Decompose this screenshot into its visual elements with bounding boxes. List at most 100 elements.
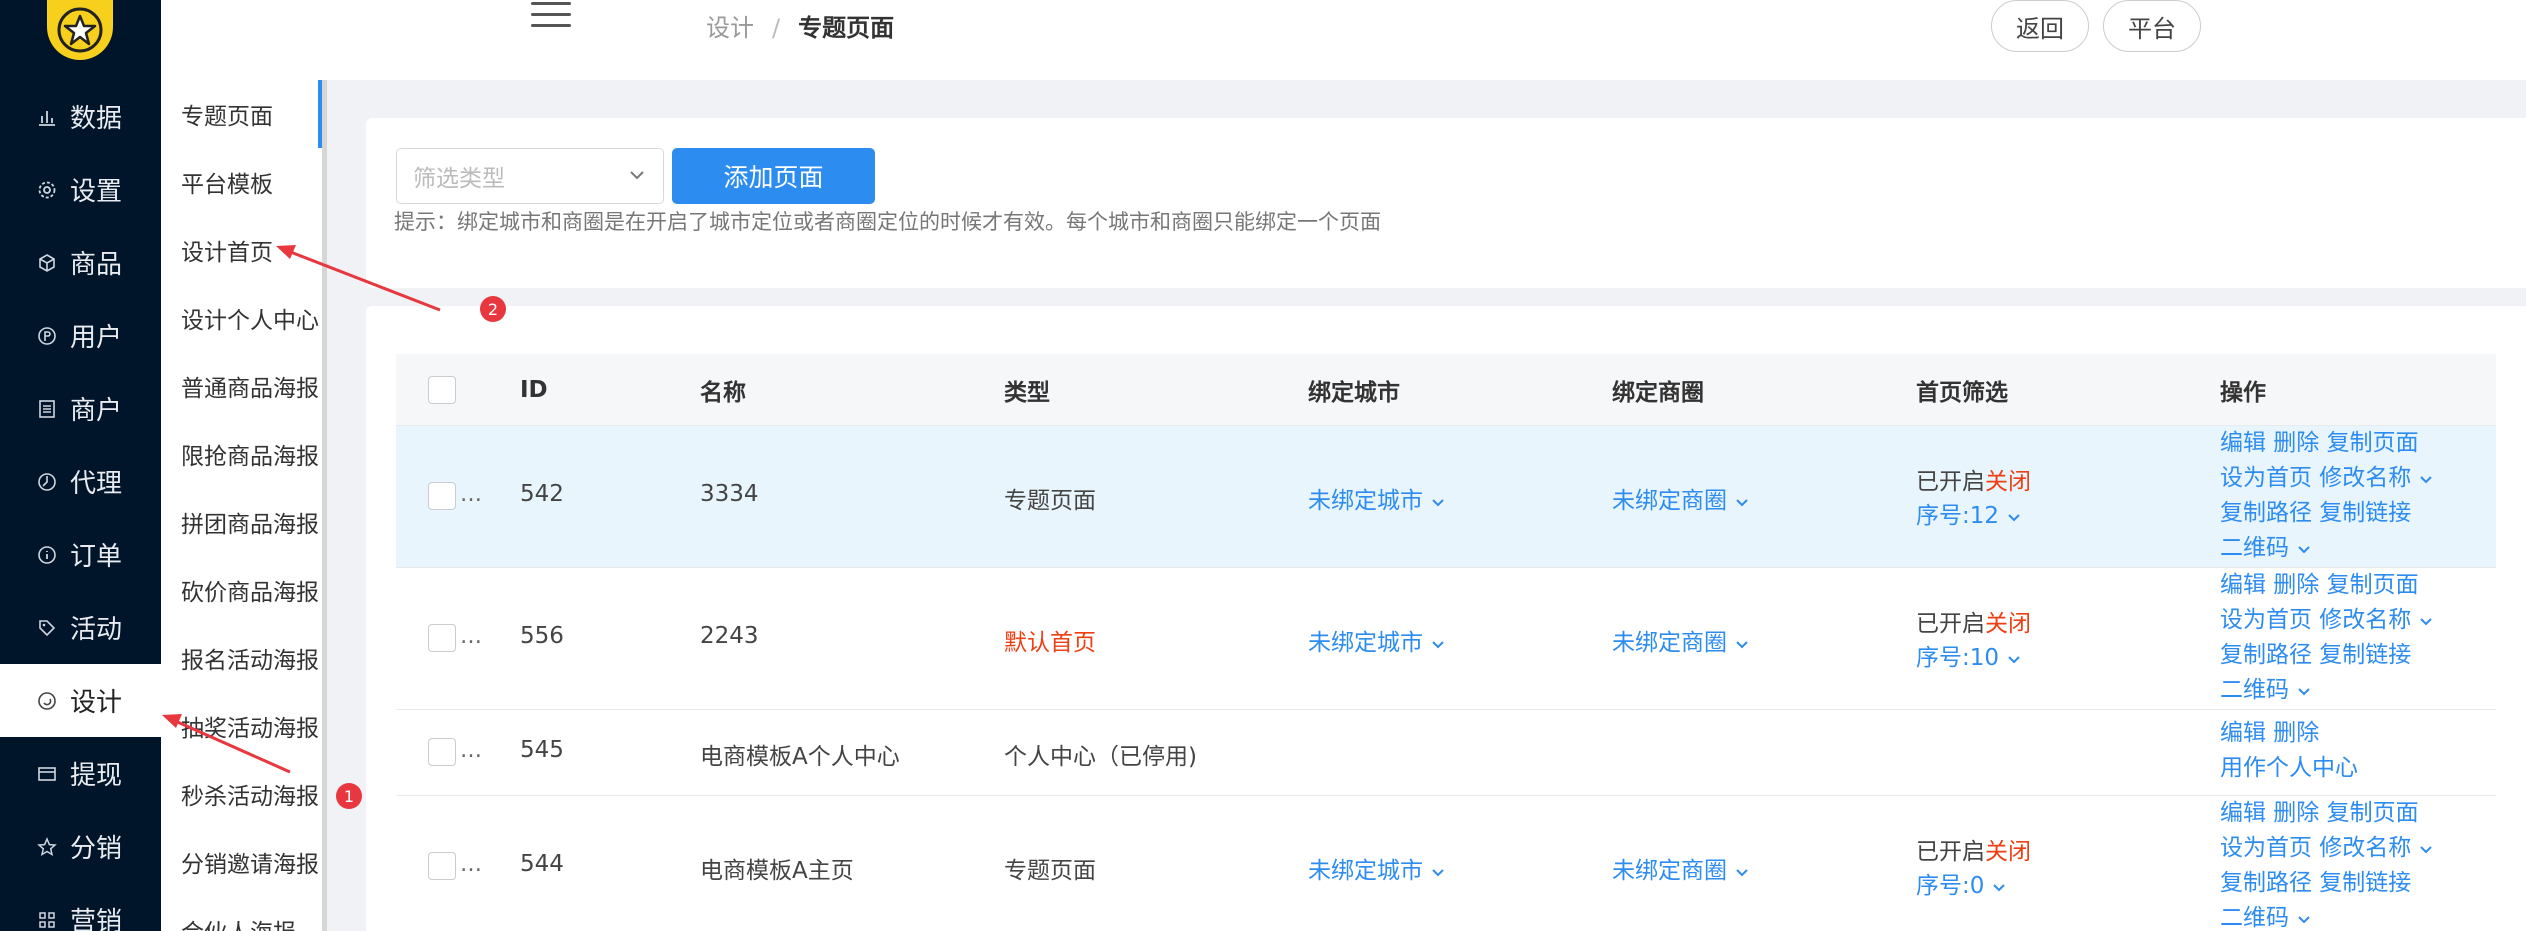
row-name: 3334	[700, 481, 759, 507]
sequence-label: 序号:10	[1916, 645, 2000, 671]
submenu-item-partner-poster[interactable]: 合伙人海报	[161, 896, 322, 931]
action-qrcode[interactable]: 二维码	[2220, 535, 2289, 561]
district-dropdown[interactable]: 未绑定商圈	[1612, 623, 1751, 657]
column-header-district[interactable]: 绑定商圈	[1612, 354, 1704, 426]
row-type: 默认首页	[1004, 630, 1096, 656]
nav-item-activities[interactable]: 活动	[0, 591, 161, 664]
row-checkbox[interactable]	[428, 482, 456, 510]
nav-item-data[interactable]: 数据	[0, 80, 161, 153]
column-header-id[interactable]: ID	[520, 354, 548, 426]
select-all-checkbox[interactable]	[428, 376, 456, 404]
nav-label: 营销	[70, 907, 123, 931]
action-line-use-as-user-center[interactable]: 用作个人中心	[2220, 751, 2358, 786]
submenu-item-distribution-invite-poster[interactable]: 分销邀请海报	[161, 828, 322, 896]
nav-label: 设计	[70, 688, 123, 718]
submenu-item-seckill-activity-poster[interactable]: 秒杀活动海报	[161, 760, 322, 828]
city-dropdown[interactable]: 未绑定城市	[1308, 481, 1447, 515]
filter-on-text: 已开启	[1916, 839, 1985, 865]
table-row[interactable]: … 542 3334 专题页面 未绑定城市 未绑定商圈 已开启关闭 序号:12 …	[396, 426, 2496, 568]
type-filter-select[interactable]: 筛选类型	[396, 148, 664, 204]
menu-toggle-icon[interactable]	[531, 2, 571, 30]
action-line-edit-delete-copy[interactable]: 编辑 删除 复制页面	[2220, 426, 2435, 461]
action-line-qrcode[interactable]: 二维码	[2220, 673, 2435, 708]
action-qrcode[interactable]: 二维码	[2220, 905, 2289, 931]
nav-item-marketing[interactable]: 营销	[0, 883, 161, 931]
nav-item-products[interactable]: 商品	[0, 226, 161, 299]
nav-item-orders[interactable]: 订单	[0, 518, 161, 591]
action-set-home-rename[interactable]: 设为首页 修改名称	[2220, 607, 2411, 633]
action-qrcode[interactable]: 二维码	[2220, 677, 2289, 703]
row-checkbox[interactable]	[428, 738, 456, 766]
sequence-dropdown[interactable]: 序号:12	[1916, 496, 2023, 530]
table-row[interactable]: … 556 2243 默认首页 未绑定城市 未绑定商圈 已开启关闭 序号:10 …	[396, 568, 2496, 710]
pages-table-card: ID 名称 类型 绑定城市 绑定商圈 首页筛选 操作 … 542 3334 专题…	[366, 306, 2526, 931]
action-line-edit-delete-copy[interactable]: 编辑 删除 复制页面	[2220, 568, 2435, 603]
table-header: ID 名称 类型 绑定城市 绑定商圈 首页筛选 操作	[396, 354, 2496, 426]
sequence-dropdown[interactable]: 序号:0	[1916, 866, 2008, 900]
nav-item-agents[interactable]: 代理	[0, 445, 161, 518]
row-checkbox[interactable]	[428, 624, 456, 652]
filter-close-link[interactable]: 关闭	[1985, 839, 2031, 865]
hint-text: 提示：绑定城市和商圈是在开启了城市定位或者商圈定位的时候才有效。每个城市和商圈只…	[394, 210, 1381, 234]
row-checkbox[interactable]	[428, 852, 456, 880]
city-dropdown[interactable]: 未绑定城市	[1308, 623, 1447, 657]
action-line-set-home-rename[interactable]: 设为首页 修改名称	[2220, 831, 2435, 866]
nav-item-withdraw[interactable]: 提现	[0, 737, 161, 810]
submenu-item-bargain-product-poster[interactable]: 砍价商品海报	[161, 556, 322, 624]
row-name: 电商模板A个人中心	[700, 744, 900, 770]
action-line-qrcode[interactable]: 二维码	[2220, 901, 2435, 931]
submenu-item-flash-product-poster[interactable]: 限抢商品海报	[161, 420, 322, 488]
column-header-home-filter[interactable]: 首页筛选	[1916, 354, 2008, 426]
filter-close-link[interactable]: 关闭	[1985, 469, 2031, 495]
nav-label: 分销	[70, 834, 123, 864]
action-line-copy-path-link[interactable]: 复制路径 复制链接	[2220, 496, 2435, 531]
breadcrumb-parent[interactable]: 设计	[706, 14, 754, 42]
column-header-type[interactable]: 类型	[1004, 354, 1050, 426]
submenu-item-group-product-poster[interactable]: 拼团商品海报	[161, 488, 322, 556]
row-id: 544	[520, 851, 564, 877]
submenu-item-special-page[interactable]: 专题页面	[161, 80, 322, 148]
submenu-item-design-home[interactable]: 设计首页	[161, 216, 322, 284]
back-button[interactable]: 返回	[1991, 0, 2089, 52]
district-dropdown-label: 未绑定商圈	[1612, 858, 1727, 884]
chevron-down-icon	[2420, 845, 2433, 853]
nav-item-users[interactable]: 用户	[0, 299, 161, 372]
action-line-qrcode[interactable]: 二维码	[2220, 531, 2435, 566]
table-row[interactable]: … 544 电商模板A主页 专题页面 未绑定城市 未绑定商圈 已开启关闭 序号:…	[396, 796, 2496, 931]
action-line-edit-delete[interactable]: 编辑 删除	[2220, 716, 2358, 751]
action-set-home-rename[interactable]: 设为首页 修改名称	[2220, 835, 2411, 861]
city-dropdown[interactable]: 未绑定城市	[1308, 851, 1447, 885]
submenu-item-design-user-center[interactable]: 设计个人中心	[161, 284, 322, 352]
table-row[interactable]: … 545 电商模板A个人中心 个人中心（已停用) 编辑 删除 用作个人中心	[396, 710, 2496, 796]
row-checkbox-ellipsis: …	[460, 738, 482, 763]
submenu-item-normal-product-poster[interactable]: 普通商品海报	[161, 352, 322, 420]
district-dropdown[interactable]: 未绑定商圈	[1612, 851, 1751, 885]
action-line-edit-delete-copy[interactable]: 编辑 删除 复制页面	[2220, 796, 2435, 831]
nav-item-settings[interactable]: 设置	[0, 153, 161, 226]
filter-close-link[interactable]: 关闭	[1985, 611, 2031, 637]
design-submenu: 专题页面 平台模板 设计首页 设计个人中心 普通商品海报 限抢商品海报 拼团商品…	[161, 80, 327, 931]
platform-button[interactable]: 平台	[2103, 0, 2201, 52]
sequence-dropdown[interactable]: 序号:10	[1916, 638, 2023, 672]
submenu-item-signup-activity-poster[interactable]: 报名活动海报	[161, 624, 322, 692]
district-dropdown[interactable]: 未绑定商圈	[1612, 481, 1751, 515]
action-line-set-home-rename[interactable]: 设为首页 修改名称	[2220, 603, 2435, 638]
district-dropdown-label: 未绑定商圈	[1612, 488, 1727, 514]
nav-item-merchants[interactable]: 商户	[0, 372, 161, 445]
action-line-copy-path-link[interactable]: 复制路径 复制链接	[2220, 866, 2435, 901]
chevron-down-icon	[1736, 498, 1748, 506]
column-header-city[interactable]: 绑定城市	[1308, 354, 1400, 426]
action-line-copy-path-link[interactable]: 复制路径 复制链接	[2220, 638, 2435, 673]
action-line-set-home-rename[interactable]: 设为首页 修改名称	[2220, 461, 2435, 496]
row-name: 电商模板A主页	[700, 858, 854, 884]
filter-card: 筛选类型 添加页面 提示：绑定城市和商圈是在开启了城市定位或者商圈定位的时候才有…	[366, 118, 2526, 288]
logo[interactable]	[47, 0, 113, 60]
nav-item-distribution[interactable]: 分销	[0, 810, 161, 883]
action-set-home-rename[interactable]: 设为首页 修改名称	[2220, 465, 2411, 491]
submenu-item-platform-template[interactable]: 平台模板	[161, 148, 322, 216]
nav-item-design[interactable]: 设计	[0, 664, 161, 737]
submenu-item-lottery-activity-poster[interactable]: 抽奖活动海报	[161, 692, 322, 760]
column-header-name[interactable]: 名称	[700, 354, 746, 426]
top-header: 设计 / 专题页面 返回 平台	[161, 0, 2526, 80]
add-page-button[interactable]: 添加页面	[672, 148, 875, 204]
